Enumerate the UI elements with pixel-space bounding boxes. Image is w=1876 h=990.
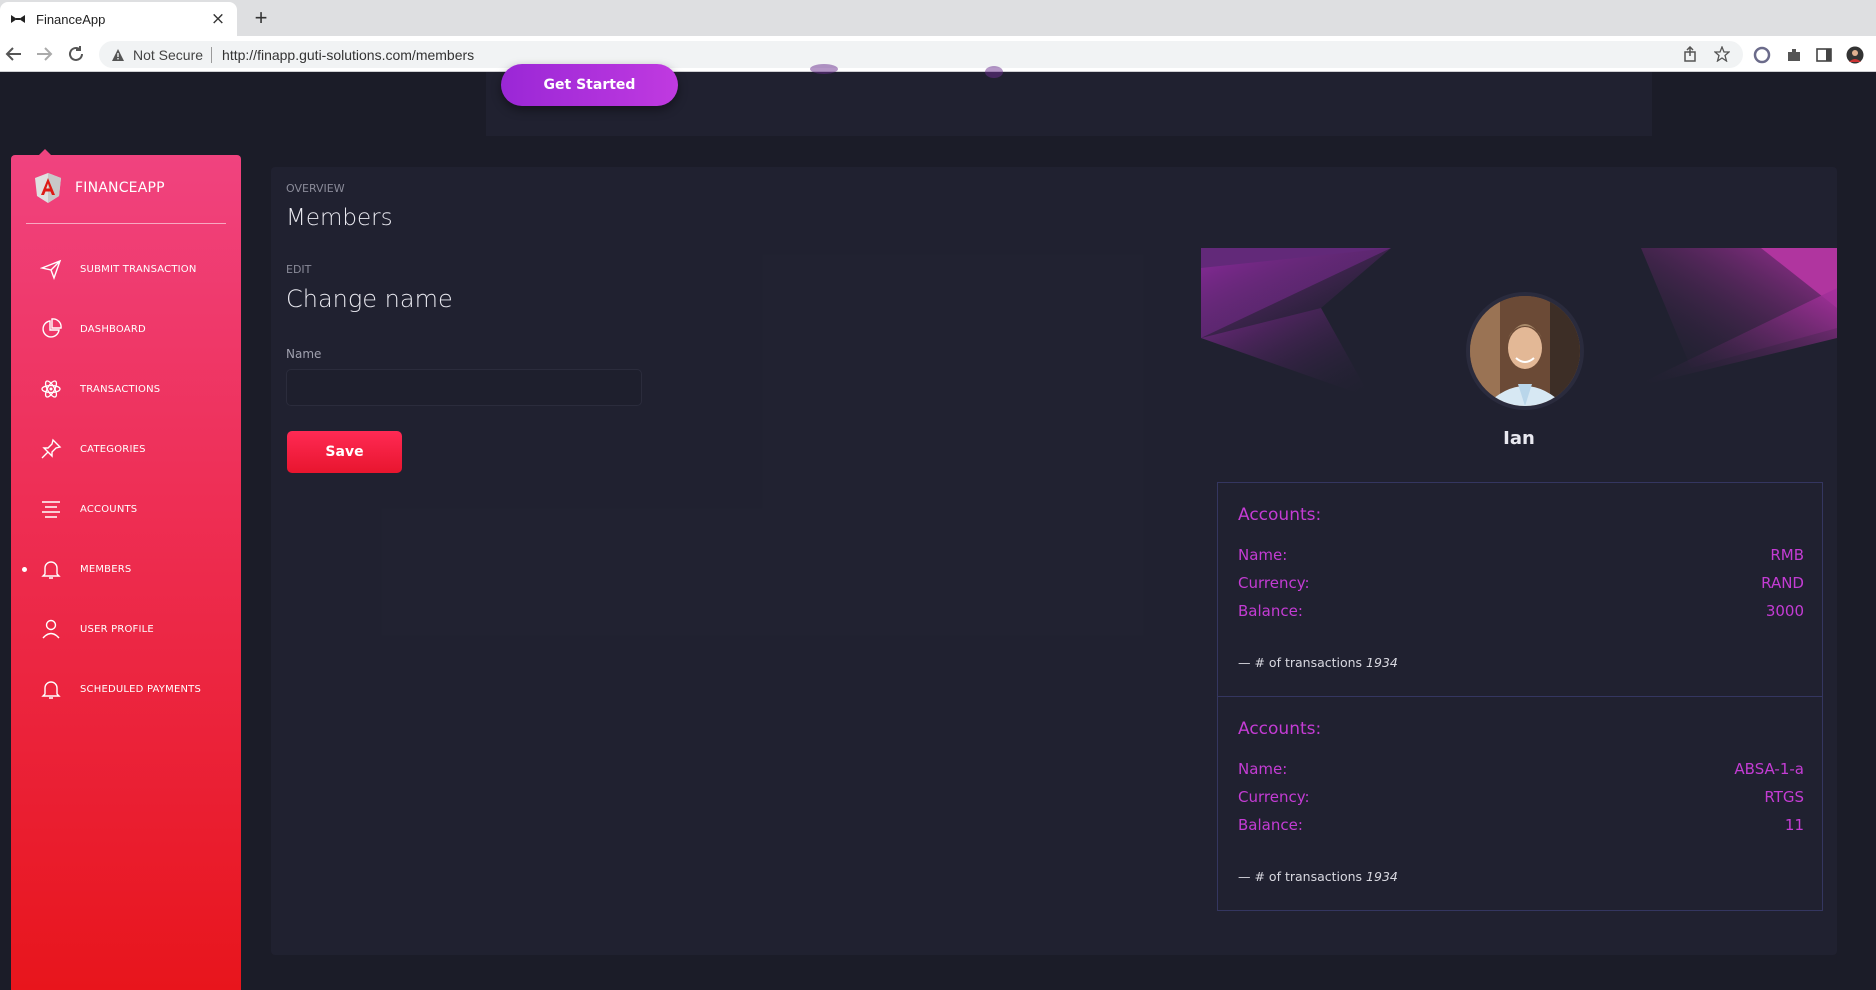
name-input[interactable]: [286, 369, 642, 406]
sidebar-item-categories[interactable]: CATEGORIES: [11, 429, 241, 469]
name-field-label: Name: [286, 347, 322, 361]
sidebar-item-label: TRANSACTIONS: [80, 383, 161, 395]
account-currency-label: Currency:: [1238, 574, 1310, 592]
paper-plane-icon: [40, 259, 62, 280]
puzzle-extensions-icon[interactable]: [1785, 46, 1803, 64]
account-name-label: Name:: [1238, 760, 1288, 778]
edit-label: EDIT: [286, 263, 312, 276]
account-balance-label: Balance:: [1238, 602, 1303, 620]
active-indicator: [22, 566, 27, 572]
transactions-prefix: — # of transactions: [1238, 655, 1367, 670]
atom-icon: [41, 380, 61, 398]
back-arrow-icon[interactable]: [2, 42, 26, 66]
transactions-count: 1934: [1366, 869, 1398, 884]
brand-name: FINANCEAPP: [75, 180, 165, 196]
sidebar-item-user-profile[interactable]: USER PROFILE: [11, 609, 241, 649]
omnibox-divider: [211, 46, 213, 63]
url-text[interactable]: http://finapp.guti-solutions.com/members: [222, 47, 474, 63]
brand-divider: [26, 223, 226, 224]
angular-logo-icon: [35, 173, 61, 203]
account-balance-value: 3000: [1765, 602, 1804, 620]
sidebar-item-label: SUBMIT TRANSACTION: [80, 263, 197, 275]
browser-toolbar: Not Secure http://finapp.guti-solutions.…: [0, 36, 1876, 72]
security-label[interactable]: Not Secure: [133, 47, 203, 63]
tab-title: FinanceApp: [36, 11, 106, 27]
account-currency-row: Currency: RAND: [1238, 574, 1804, 592]
warning-icon: [112, 48, 124, 61]
transactions-count: 1934: [1366, 655, 1398, 670]
reload-icon[interactable]: [64, 42, 88, 66]
account-name-row: Name: ABSA-1-a: [1238, 760, 1804, 778]
edit-title: Change name: [286, 285, 453, 313]
bell-icon: [41, 681, 61, 699]
sidebar-item-dashboard[interactable]: DASHBOARD: [11, 309, 241, 349]
tab-favicon-icon: [11, 15, 25, 23]
forward-arrow-icon[interactable]: [32, 42, 56, 66]
account-name-value: ABSA-1-a: [1734, 760, 1804, 778]
sidebar-item-accounts[interactable]: ACCOUNTS: [11, 489, 241, 529]
sidebar-item-scheduled-payments[interactable]: SCHEDULED PAYMENTS: [11, 669, 241, 709]
sidebar-item-label: DASHBOARD: [80, 323, 146, 335]
pie-chart-icon: [42, 318, 62, 338]
sidebar: FINANCEAPP SUBMIT TRANSACTION DASHBOARD …: [11, 149, 241, 990]
bell-icon: [41, 561, 61, 579]
account-currency-value: RAND: [1761, 574, 1804, 592]
account-transactions-footer: — # of transactions 1934: [1238, 869, 1398, 884]
account-title: Accounts:: [1238, 719, 1322, 739]
account-transactions-footer: — # of transactions 1934: [1238, 655, 1398, 670]
account-name-row: Name: RMB: [1238, 546, 1804, 564]
account-card: Accounts: Name: RMB Currency: RAND Balan…: [1217, 482, 1823, 697]
sidebar-item-label: ACCOUNTS: [80, 503, 138, 515]
account-balance-label: Balance:: [1238, 816, 1303, 834]
browser-tab[interactable]: FinanceApp ×: [0, 2, 237, 36]
page-title: Members: [286, 205, 393, 231]
account-name-value: RMB: [1770, 546, 1804, 564]
member-profile-card: Ian Accounts: Name: RMB Currency: RAND B…: [1201, 248, 1837, 911]
account-balance-row: Balance: 11: [1238, 816, 1804, 834]
decor-blob: [810, 64, 838, 74]
get-started-button[interactable]: Get Started: [501, 64, 678, 106]
sidebar-item-label: MEMBERS: [80, 563, 132, 575]
sidebar-item-transactions[interactable]: TRANSACTIONS: [11, 369, 241, 409]
sidebar-item-label: CATEGORIES: [80, 443, 146, 455]
sidebar-item-label: USER PROFILE: [80, 623, 154, 635]
profile-avatar-icon[interactable]: [1846, 46, 1864, 64]
bookmark-star-icon[interactable]: [1714, 46, 1730, 62]
browser-tab-bar: FinanceApp × +: [0, 0, 1876, 36]
member-avatar: [1466, 292, 1584, 410]
extension-g-icon[interactable]: [1753, 46, 1771, 64]
sidebar-item-members[interactable]: MEMBERS: [11, 549, 241, 589]
close-tab-icon[interactable]: ×: [209, 10, 227, 28]
account-currency-label: Currency:: [1238, 788, 1310, 806]
share-icon[interactable]: [1682, 46, 1698, 62]
avatar-photo: [1470, 296, 1580, 406]
align-center-icon: [42, 501, 60, 518]
main-panel: OVERVIEW Members EDIT Change name Name S…: [271, 167, 1837, 955]
transactions-prefix: — # of transactions: [1238, 869, 1367, 884]
brand[interactable]: FINANCEAPP: [35, 173, 165, 203]
sidebar-item-label: SCHEDULED PAYMENTS: [80, 683, 202, 695]
account-name-label: Name:: [1238, 546, 1288, 564]
account-title: Accounts:: [1238, 505, 1322, 525]
sidebar-item-submit-transaction[interactable]: SUBMIT TRANSACTION: [11, 249, 241, 289]
sidepanel-icon[interactable]: [1815, 46, 1833, 64]
user-icon: [42, 619, 60, 639]
member-name: Ian: [1503, 428, 1535, 449]
account-balance-row: Balance: 3000: [1238, 602, 1804, 620]
save-button[interactable]: Save: [287, 431, 402, 473]
decor-blob: [985, 66, 1003, 78]
pin-icon: [41, 438, 62, 459]
account-currency-value: RTGS: [1764, 788, 1804, 806]
overview-label: OVERVIEW: [286, 182, 345, 195]
account-card: Accounts: Name: ABSA-1-a Currency: RTGS …: [1217, 696, 1823, 911]
address-bar[interactable]: Not Secure http://finapp.guti-solutions.…: [99, 41, 1743, 68]
new-tab-button[interactable]: +: [248, 6, 274, 32]
account-balance-value: 11: [1784, 816, 1804, 834]
account-currency-row: Currency: RTGS: [1238, 788, 1804, 806]
